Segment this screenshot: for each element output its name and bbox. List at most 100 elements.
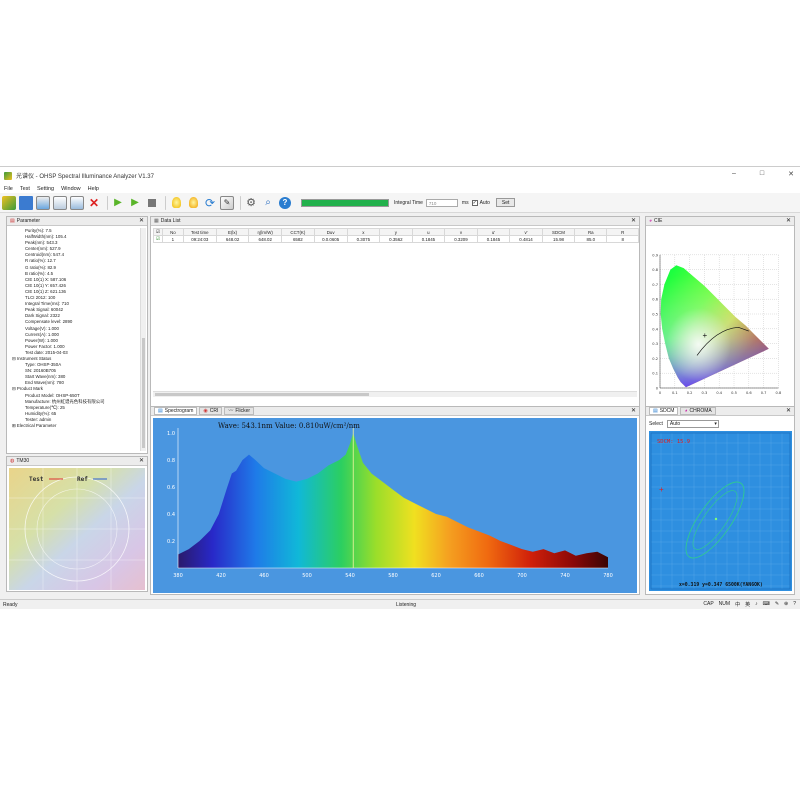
stop-icon[interactable] <box>145 196 159 210</box>
table-cell: 0.3562 <box>379 235 413 243</box>
close-window-button[interactable]: ✕ <box>788 170 794 178</box>
column-header[interactable]: u' <box>476 228 511 236</box>
tab-sdcm[interactable]: ▤ SDCM <box>649 407 679 415</box>
table-cell: 6582 <box>281 235 315 243</box>
status-indicator: ✎ <box>774 601 780 607</box>
auto-checkbox[interactable]: ✓ <box>471 199 478 206</box>
open-icon[interactable] <box>2 195 16 210</box>
integral-time-input[interactable]: 710 <box>425 198 458 207</box>
close-icon[interactable]: ✕ <box>139 217 144 224</box>
help-icon[interactable]: ? <box>278 196 292 210</box>
select-dropdown[interactable]: Auto ▾ <box>666 420 719 428</box>
settings-gear-icon[interactable]: ⚙ <box>244 196 258 210</box>
column-header[interactable]: E(lx) <box>215 228 250 236</box>
menu-test[interactable]: Test <box>20 186 30 192</box>
set-button[interactable]: Set <box>495 198 516 207</box>
delete-icon[interactable]: ✕ <box>87 196 101 210</box>
column-header[interactable]: y <box>379 228 413 236</box>
column-header[interactable]: CCT(K) <box>281 228 315 236</box>
maximize-button[interactable]: □ <box>760 170 764 178</box>
column-header[interactable]: u <box>411 228 446 236</box>
column-header[interactable]: v <box>444 228 478 236</box>
column-header[interactable]: R <box>606 228 639 236</box>
save-icon[interactable] <box>19 195 33 210</box>
bulb-icon[interactable] <box>169 196 183 210</box>
bulb-compare-icon[interactable] <box>186 196 200 210</box>
column-header[interactable]: Duv <box>313 228 348 236</box>
sdcm-panel: ▤ SDCM ◕ CHROMA ✕ Select Auto ▾ SDCM: 15.9… <box>645 406 795 595</box>
menu-window[interactable]: Window <box>61 186 81 192</box>
column-header[interactable]: ☑ <box>153 228 163 236</box>
x-tick-label: 740 <box>560 573 570 579</box>
cie-x-tick: 0.4 <box>716 391 722 395</box>
column-header[interactable]: No <box>161 228 184 236</box>
column-header[interactable]: Ra <box>574 228 608 236</box>
column-header[interactable]: v' <box>509 228 543 236</box>
column-header[interactable]: SDCM <box>541 228 576 236</box>
parameter-scrollbar[interactable] <box>140 228 146 451</box>
close-icon[interactable]: ✕ <box>631 217 636 224</box>
parameter-tab[interactable]: Parameter <box>17 218 40 224</box>
x-tick-label: 460 <box>259 573 269 579</box>
chevron-down-icon: ▾ <box>714 421 717 427</box>
table-cell: 09:24:03 <box>182 235 217 243</box>
close-icon[interactable]: ✕ <box>786 407 791 414</box>
toolbar-separator <box>107 195 108 210</box>
column-header[interactable]: η(lm/W) <box>248 228 283 236</box>
title-bar: 光谱仪 - OHSP Spectral Illuminance Analyzer… <box>0 167 800 184</box>
minimize-button[interactable]: – <box>732 170 736 178</box>
close-icon[interactable]: ✕ <box>786 217 791 224</box>
edit-icon[interactable]: ✎ <box>220 195 234 210</box>
cie-x-tick: 0.2 <box>687 391 693 395</box>
play-next-icon[interactable]: ▶ <box>128 196 142 210</box>
cie-x-tick: 0.1 <box>672 391 678 395</box>
export-icon[interactable] <box>36 195 50 210</box>
close-icon[interactable]: ✕ <box>631 407 636 414</box>
status-indicator: 中 <box>735 602 741 608</box>
tab-spectrogram[interactable]: ▤ Spectrogram <box>154 407 198 415</box>
spectrogram-tab-icon: ▤ <box>158 407 163 414</box>
cie-y-tick: 0.1 <box>652 372 658 376</box>
table-cell: 648.02 <box>248 235 283 243</box>
status-indicator: ? <box>793 601 796 607</box>
tab-cri[interactable]: ◉ CRI <box>199 407 223 415</box>
chroma-tab-icon: ◕ <box>684 407 688 414</box>
tm30-tab[interactable]: TM30 <box>16 458 29 464</box>
datalist-scrollbar[interactable] <box>153 391 637 397</box>
print-preview-icon[interactable] <box>70 195 84 210</box>
toolbar-separator <box>165 195 166 210</box>
table-cell: 8 <box>606 235 639 243</box>
table-cell: 648.02 <box>215 235 250 243</box>
parameter-panel: ▤ Parameter ✕ Purity(%): 7.5 HalfWidth(nm… <box>6 216 148 454</box>
datalist-icon: ▦ <box>154 218 159 224</box>
ms-label: ms <box>461 199 469 206</box>
sdcm-point <box>714 517 718 521</box>
table-row[interactable]: ☑ 1 09:24:03 648.02 648.02 6582 0.0.0605 0.3075… <box>153 235 639 243</box>
x-tick-label: 420 <box>216 573 226 579</box>
menu-setting[interactable]: Setting <box>37 186 54 192</box>
menu-file[interactable]: File <box>4 186 13 192</box>
tree-group[interactable]: ⊞ Electrical Parameter <box>9 423 139 429</box>
y-tick-label: 1.0 <box>167 431 175 437</box>
cie-y-tick: 0.4 <box>652 327 658 331</box>
column-header[interactable]: x <box>346 228 381 236</box>
cie-tab[interactable]: CIE <box>654 218 662 224</box>
refresh-icon[interactable]: ⟳ <box>203 196 217 210</box>
flicker-tab-icon: 〰 <box>228 407 234 414</box>
tab-chroma[interactable]: ◕ CHROMA <box>680 407 716 415</box>
row-checkbox[interactable]: ☑ <box>153 235 163 243</box>
parameter-tree: Purity(%): 7.5 HalfWidth(nm): 105.4 Peak(n… <box>9 228 139 451</box>
search-icon[interactable]: ⌕ <box>261 196 275 210</box>
tm30-panel: ◍ TM30 ✕ Test Ref <box>6 456 148 592</box>
column-header[interactable]: Test time <box>182 228 217 236</box>
table-cell: 85.0 <box>574 235 608 243</box>
menu-help[interactable]: Help <box>88 186 99 192</box>
close-icon[interactable]: ✕ <box>139 457 144 464</box>
tab-flicker[interactable]: 〰 Flicker <box>224 407 255 415</box>
y-tick-label: 0.4 <box>167 512 175 518</box>
datalist-tab[interactable]: Data List <box>161 218 181 224</box>
x-tick-label: 620 <box>431 573 441 579</box>
auto-label: Auto <box>479 199 490 206</box>
play-icon[interactable]: ▶ <box>111 196 125 210</box>
copy-icon[interactable] <box>53 195 67 210</box>
